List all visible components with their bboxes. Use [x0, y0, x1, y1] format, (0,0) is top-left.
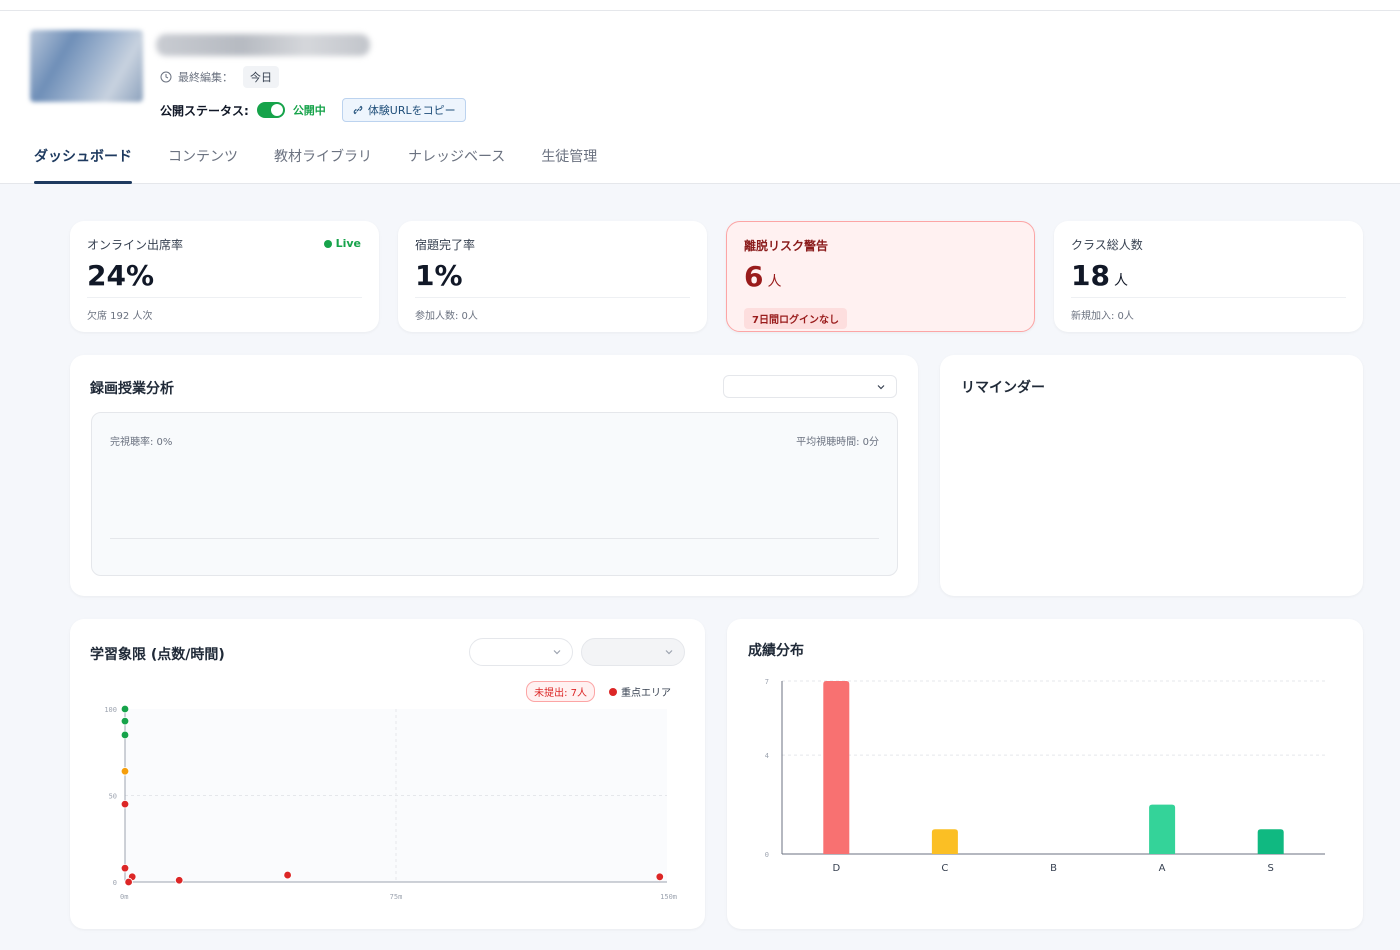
reminder-card: リマインダー — [940, 355, 1363, 596]
publish-status-label: 公開ステータス: — [160, 103, 249, 118]
reminder-title: リマインダー — [961, 380, 1045, 396]
tab-dashboard[interactable]: ダッシュボード — [34, 146, 132, 184]
bar-C — [931, 829, 958, 854]
x-tick-label: 75m — [390, 893, 403, 901]
live-label: Live — [335, 237, 361, 250]
class-total-sub: 新規加入: 0人 — [1071, 311, 1134, 322]
attendance-title: オンライン出席率 — [87, 238, 184, 252]
scatter-point — [120, 863, 130, 873]
bar-A — [1149, 804, 1176, 854]
publish-status-text: 公開中 — [292, 104, 326, 117]
risk-title: 離脱リスク警告 — [744, 239, 829, 253]
video-stats-panel: 完視聴率: 0% 平均視聴時間: 0分 — [91, 412, 898, 576]
copy-url-label: 体験URLをコピー — [367, 104, 456, 117]
scatter-point — [120, 730, 130, 740]
y-tick-label: 0 — [113, 879, 117, 887]
y-tick-label: 100 — [104, 706, 117, 714]
video-select[interactable] — [723, 375, 897, 398]
scatter-point — [120, 704, 130, 714]
scatter-point — [120, 799, 130, 809]
x-tick-label: S — [1268, 863, 1274, 874]
last-edited-value: 今日 — [243, 66, 279, 88]
divider — [1071, 297, 1346, 298]
dropout-risk-card[interactable]: 離脱リスク警告 6人 7日間ログインなし — [726, 221, 1035, 332]
x-tick-label: 150m — [660, 893, 677, 901]
y-tick-label: 7 — [765, 678, 769, 686]
attendance-card: オンライン出席率 Live 24% 欠席 192 人次 — [70, 221, 379, 332]
completion-rate: 完視聴率: 0% — [110, 437, 173, 448]
publish-status-row: 公開ステータス: 公開中 体験URLをコピー — [160, 98, 466, 122]
risk-value-row: 6人 — [744, 260, 781, 293]
bar-chart: 0 4 7 D C B A S — [765, 678, 1325, 874]
scatter-point — [120, 767, 130, 776]
grade-distribution-card: 成績分布 047DCBAS — [727, 619, 1363, 929]
risk-badge: 7日間ログインなし — [744, 308, 847, 329]
bar-D — [823, 681, 850, 854]
divider — [415, 297, 690, 298]
live-indicator: Live — [323, 237, 361, 250]
x-tick-label: D — [832, 863, 840, 874]
avg-watch-time: 平均視聴時間: 0分 — [796, 437, 879, 448]
course-title-redacted — [156, 34, 370, 56]
main-tabs: ダッシュボード コンテンツ 教材ライブラリ ナレッジベース 生徒管理 — [34, 146, 597, 184]
attendance-value: 24% — [87, 259, 155, 292]
tab-knowledge-base[interactable]: ナレッジベース — [408, 146, 505, 184]
scatter-point — [174, 876, 184, 885]
homework-title: 宿題完了率 — [415, 238, 476, 252]
copy-url-button[interactable]: 体験URLをコピー — [341, 98, 466, 122]
scatter-point — [120, 716, 130, 726]
y-tick-label: 50 — [109, 793, 117, 801]
class-total-value-row: 18 人 — [1071, 259, 1128, 292]
x-tick-label: B — [1050, 863, 1057, 874]
risk-unit: 人 — [767, 274, 782, 290]
class-total-unit: 人 — [1113, 273, 1128, 289]
page-header: 最終編集： 今日 公開ステータス: 公開中 体験URLをコピー ダッシュボード … — [0, 0, 1400, 184]
clock-icon — [160, 71, 172, 83]
class-total-value: 18 — [1071, 259, 1110, 292]
bar-S — [1257, 829, 1284, 854]
tab-student-management[interactable]: 生徒管理 — [541, 146, 597, 184]
live-dot-icon — [323, 239, 332, 248]
course-thumbnail[interactable] — [30, 30, 143, 102]
top-divider — [0, 10, 1400, 11]
y-tick-label: 0 — [765, 851, 769, 859]
last-edited-label: 最終編集： — [178, 71, 233, 84]
x-tick-label: A — [1159, 863, 1166, 874]
class-total-title: クラス総人数 — [1071, 238, 1143, 252]
homework-value: 1% — [415, 259, 463, 292]
last-edited-row: 最終編集： 今日 — [160, 66, 279, 88]
link-icon — [353, 105, 363, 115]
video-analysis-title: 録画授業分析 — [90, 381, 174, 397]
x-tick-label: C — [941, 863, 948, 874]
x-tick-label: 0m — [120, 893, 128, 901]
divider — [87, 297, 362, 298]
scatter-point — [124, 877, 133, 887]
tab-material-library[interactable]: 教材ライブラリ — [274, 146, 372, 184]
class-total-card: クラス総人数 18 人 新規加入: 0人 — [1054, 221, 1363, 332]
baseline — [110, 538, 879, 539]
publish-toggle[interactable] — [256, 102, 285, 118]
homework-card: 宿題完了率 1% 参加人数: 0人 — [398, 221, 707, 332]
tab-contents[interactable]: コンテンツ — [168, 146, 238, 184]
y-tick-label: 4 — [765, 752, 769, 760]
chevron-down-icon — [877, 384, 885, 389]
scatter-point — [655, 872, 664, 882]
homework-sub: 参加人数: 0人 — [415, 311, 478, 322]
scatter-chart: 0 50 100 0m 75m 150m — [104, 704, 677, 901]
video-analysis-card: 録画授業分析 完視聴率: 0% 平均視聴時間: 0分 — [70, 355, 918, 596]
scatter-point — [283, 870, 292, 880]
attendance-sub: 欠席 192 人次 — [87, 311, 153, 322]
learning-quadrant-card: 学習象限 (点数/時間) 未提出: 7人 重点エリア 0 50 100 0m 75m 15… — [70, 619, 705, 929]
risk-value: 6 — [744, 260, 764, 293]
